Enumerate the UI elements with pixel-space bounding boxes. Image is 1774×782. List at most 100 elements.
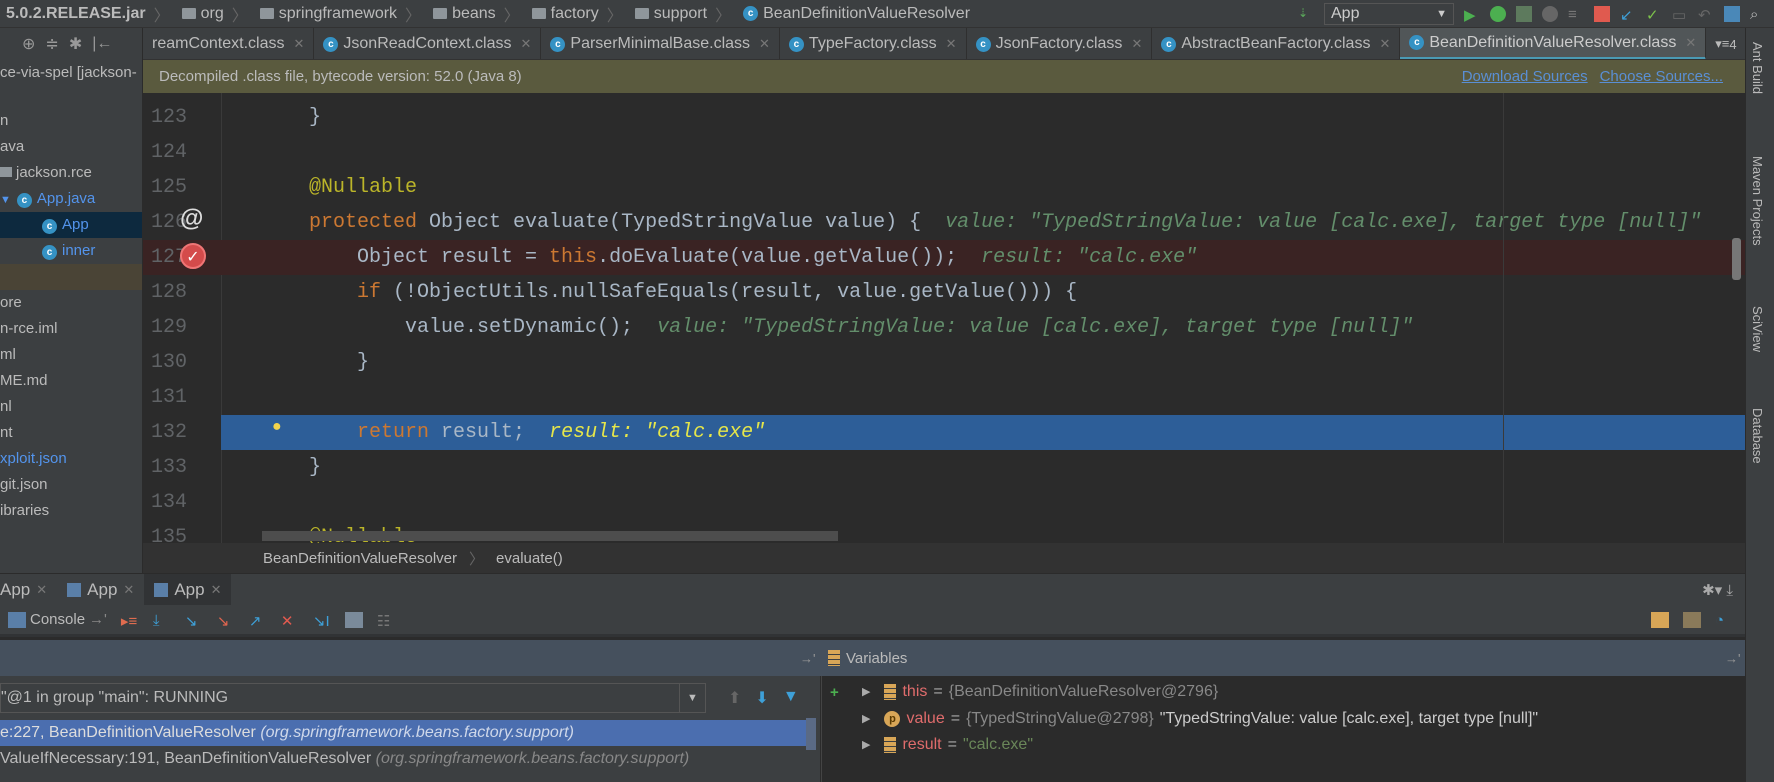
- debug-tab-active[interactable]: App ✕: [144, 573, 232, 606]
- performance-icon[interactable]: ◔: [1715, 612, 1733, 629]
- tree-item[interactable]: ml: [0, 342, 142, 368]
- tab-file[interactable]: c ParserMinimalBase.class ✕: [541, 28, 780, 59]
- restore-layout-icon[interactable]: [1651, 611, 1669, 628]
- crumb-class[interactable]: c BeanDefinitionValueResolver: [737, 5, 976, 23]
- close-icon[interactable]: ✕: [521, 36, 532, 52]
- crumb-springframework[interactable]: springframework 〉: [254, 2, 427, 26]
- expand-arrow-icon[interactable]: ▶: [862, 679, 870, 705]
- step-into-icon[interactable]: ↘: [185, 612, 203, 630]
- close-icon[interactable]: ✕: [294, 36, 305, 52]
- tab-active-file[interactable]: c BeanDefinitionValueResolver.class ✕: [1400, 28, 1707, 59]
- variable-row-value[interactable]: ▶ p value = {TypedStringValue@2798} "TypedStr…: [862, 706, 1538, 732]
- code-line[interactable]: 124: [143, 135, 1745, 170]
- build-list-icon[interactable]: ≡: [1568, 6, 1584, 23]
- frame-row[interactable]: ValueIfNecessary:191, BeanDefinitionValu…: [0, 746, 810, 772]
- stop-icon[interactable]: [1594, 6, 1610, 22]
- code-line[interactable]: 133}: [143, 450, 1745, 485]
- vcs-update-icon[interactable]: ↙: [1620, 6, 1636, 24]
- close-icon[interactable]: ✕: [123, 582, 134, 598]
- line-number[interactable]: 123: [143, 100, 187, 135]
- console-tab[interactable]: Console →': [8, 611, 107, 628]
- debug-tab[interactable]: App ✕: [0, 574, 57, 606]
- tab-overflow-button[interactable]: ▾≡ 4: [1706, 28, 1745, 59]
- memory-icon[interactable]: [1683, 611, 1701, 628]
- line-number[interactable]: 130: [143, 345, 187, 380]
- crumb-org[interactable]: org 〉: [176, 2, 254, 26]
- run-to-cursor-icon[interactable]: ↘I: [313, 612, 331, 630]
- frames-pin-icon[interactable]: →': [800, 651, 815, 666]
- tree-item[interactable]: git.json: [0, 472, 142, 498]
- code-line[interactable]: 131: [143, 380, 1745, 415]
- expand-arrow-icon[interactable]: ▶: [862, 706, 870, 732]
- tool-sciview[interactable]: SciView: [1750, 306, 1765, 352]
- code-line[interactable]: 126 protected Object evaluate(TypedString…: [143, 205, 1745, 240]
- arrow-up-icon[interactable]: ⬆: [728, 688, 741, 708]
- step-out-icon[interactable]: ↗: [249, 612, 267, 630]
- tool-maven-projects[interactable]: Maven Projects: [1750, 156, 1765, 246]
- step-over-icon[interactable]: ⤓: [153, 612, 171, 629]
- tree-item[interactable]: nt: [0, 420, 142, 446]
- frames-scrollbar[interactable]: [806, 718, 816, 750]
- expand-arrow-icon[interactable]: ▶: [862, 732, 870, 758]
- variables-pin-icon[interactable]: →': [1725, 651, 1740, 666]
- crumb-support[interactable]: support 〉: [629, 2, 737, 26]
- crumb-jar[interactable]: 5.0.2.RELEASE.jar 〉: [0, 2, 176, 26]
- run-config-select[interactable]: App ▼: [1324, 3, 1454, 25]
- tree-item[interactable]: [0, 264, 142, 290]
- line-number[interactable]: 131: [143, 380, 187, 415]
- code-line[interactable]: 128 if (!ObjectUtils.nullSafeEquals(resu…: [143, 275, 1745, 310]
- hide-icon[interactable]: |←: [92, 35, 112, 53]
- debug-icon[interactable]: [1490, 6, 1506, 22]
- line-number[interactable]: 132: [143, 415, 187, 450]
- coverage-icon[interactable]: [1516, 6, 1532, 22]
- vcs-commit-icon[interactable]: ✓: [1646, 6, 1662, 24]
- force-step-into-icon[interactable]: ↘: [217, 612, 235, 630]
- crumb-beans[interactable]: beans 〉: [427, 2, 526, 26]
- variable-row-result[interactable]: ▶ result = "calc.exe": [862, 732, 1033, 758]
- tree-item[interactable]: n: [0, 108, 142, 134]
- line-number[interactable]: 134: [143, 485, 187, 520]
- tree-item-inner[interactable]: c inner: [0, 238, 142, 264]
- close-icon[interactable]: ✕: [1685, 35, 1696, 51]
- tree-item-package[interactable]: jackson.rce: [0, 160, 142, 186]
- tree-item[interactable]: nl: [0, 394, 142, 420]
- code-line[interactable]: 129 value.setDynamic(); value: "TypedStr…: [143, 310, 1745, 345]
- code-line[interactable]: 125 @Nullable: [143, 170, 1745, 205]
- drop-frame-icon[interactable]: ✕: [281, 612, 299, 630]
- line-number[interactable]: 133: [143, 450, 187, 485]
- show-execution-point-icon[interactable]: ▸≡: [121, 612, 139, 630]
- line-number[interactable]: 124: [143, 135, 187, 170]
- line-number[interactable]: 129: [143, 310, 187, 345]
- tool-ant-build[interactable]: Ant Build: [1750, 42, 1765, 94]
- project-structure-icon[interactable]: [1724, 6, 1740, 22]
- variable-row-this[interactable]: ▶ this = {BeanDefinitionValueResolver@2796}: [862, 679, 1218, 705]
- profile-icon[interactable]: [1542, 6, 1558, 22]
- trace-icon[interactable]: ☷: [377, 612, 395, 630]
- line-number[interactable]: 128: [143, 275, 187, 310]
- thread-select[interactable]: "@1 in group "main": RUNNING ▼: [0, 683, 706, 713]
- tool-database[interactable]: Database: [1750, 408, 1765, 464]
- tree-item-app[interactable]: c App: [0, 212, 142, 238]
- settings-gear-icon[interactable]: ✱▾ ⤓: [1702, 581, 1733, 599]
- code-line[interactable]: 130 }: [143, 345, 1745, 380]
- code-editor[interactable]: 123} 124 125 @Nullable 126 protected Object e…: [143, 93, 1745, 543]
- tab-file[interactable]: c AbstractBeanFactory.class ✕: [1152, 28, 1401, 59]
- crumb-factory[interactable]: factory 〉: [526, 2, 629, 26]
- arrow-down-icon[interactable]: ⬇: [755, 688, 768, 708]
- tree-item-app-java[interactable]: ▼ c App.java: [0, 186, 142, 212]
- override-marker-icon[interactable]: @: [180, 205, 203, 233]
- tab-file[interactable]: c JsonReadContext.class ✕: [314, 28, 542, 59]
- tab-file[interactable]: reamContext.class ✕: [143, 28, 315, 59]
- code-line[interactable]: 127 Object result = this.doEvaluate(valu…: [143, 240, 1745, 275]
- close-icon[interactable]: ✕: [1131, 36, 1142, 52]
- line-number[interactable]: 125: [143, 170, 187, 205]
- close-icon[interactable]: ✕: [759, 36, 770, 52]
- close-icon[interactable]: ✕: [946, 36, 957, 52]
- tree-item[interactable]: ava: [0, 134, 142, 160]
- frame-row-selected[interactable]: e:227, BeanDefinitionValueResolver (org.…: [0, 720, 806, 746]
- close-icon[interactable]: ✕: [36, 582, 47, 598]
- build-icon[interactable]: ⇣: [1298, 6, 1314, 22]
- editor-horizontal-scrollbar[interactable]: [262, 531, 838, 541]
- history-icon[interactable]: ▭: [1672, 6, 1688, 24]
- close-icon[interactable]: ✕: [1379, 36, 1390, 52]
